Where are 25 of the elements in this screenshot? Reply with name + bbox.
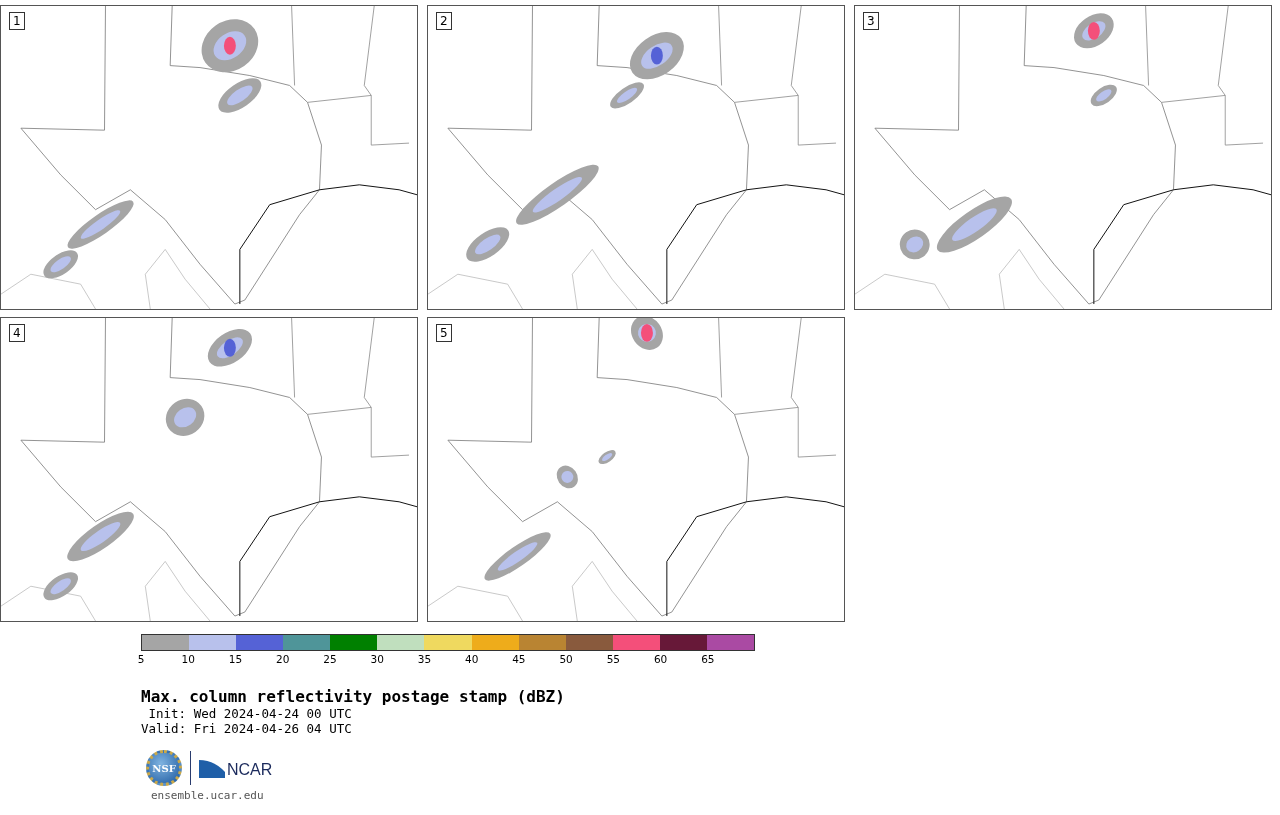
tick-label: 45 — [512, 653, 526, 665]
tick-label: 55 — [606, 653, 621, 665]
tick-label: 40 — [464, 653, 479, 665]
tick-label: 60 — [653, 653, 668, 665]
chart-title: Max. column reflectivity postage stamp (dBZ) — [141, 687, 566, 706]
tick-label: 10 — [181, 653, 195, 665]
nsf-logo: NSF — [146, 750, 182, 786]
tick-label: 35 — [417, 653, 432, 665]
tick-label: 5 — [137, 653, 145, 665]
tick-label: 15 — [228, 653, 243, 665]
valid-time: Valid: Fri 2024-04-26 04 UTC — [141, 721, 353, 736]
ncar-logo: NCAR — [227, 762, 273, 778]
init-time: Init: Wed 2024-04-24 00 UTC — [147, 706, 353, 721]
swoosh-icon — [199, 758, 225, 778]
site-link[interactable]: ensemble.ucar.edu — [141, 789, 1280, 802]
tick-label: 20 — [276, 653, 290, 665]
panel-number: 2 — [436, 12, 452, 30]
panel-number: 3 — [863, 12, 879, 30]
tick-label: 50 — [559, 653, 573, 665]
panel-number: 1 — [9, 12, 25, 30]
tick-label: 30 — [370, 653, 384, 665]
tick-label: 65 — [701, 653, 715, 665]
panel-number: 4 — [9, 324, 25, 342]
panel-number: 5 — [436, 324, 452, 342]
tick-label: 25 — [323, 653, 337, 665]
